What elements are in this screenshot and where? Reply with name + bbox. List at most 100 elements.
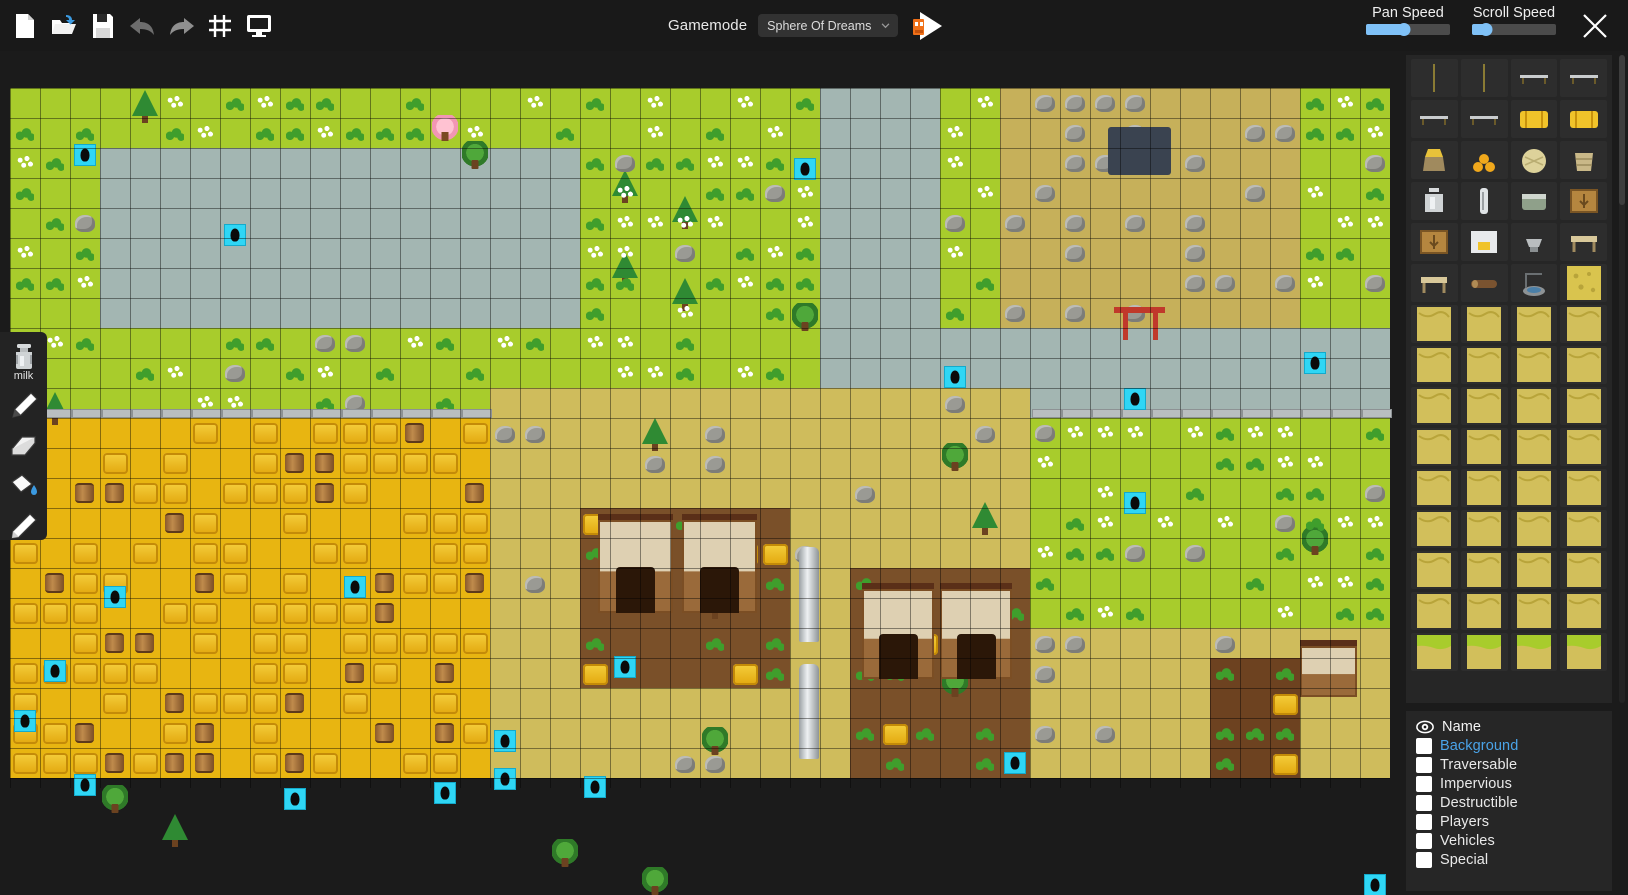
palette-tile-dirt-swirl[interactable]: [1560, 551, 1607, 589]
palette-tile-dirt-blob[interactable]: [1411, 305, 1458, 343]
layer-row-destructible[interactable]: Destructible: [1416, 793, 1612, 812]
palette-tile-dirt-slope-right[interactable]: [1510, 428, 1558, 466]
palette-tile-dirt-tuft-right[interactable]: [1560, 387, 1607, 425]
palette-tile-dirt-corner-nw[interactable]: [1460, 305, 1508, 343]
palette-tile-dirt-corner-ne[interactable]: [1411, 387, 1458, 425]
palette-tile-gravel-patch[interactable]: [1560, 264, 1607, 302]
layer-visibility-checkbox[interactable]: [1416, 813, 1432, 830]
palette-tile-dirt-plain-f[interactable]: [1460, 592, 1508, 630]
palette-tile-grass-edge-a[interactable]: [1411, 633, 1458, 671]
palette-tile-dirt-dip[interactable]: [1560, 510, 1607, 548]
palette-tile-hay-bale-1[interactable]: [1510, 100, 1558, 138]
open-folder-icon[interactable]: [49, 10, 79, 42]
layer-visibility-checkbox[interactable]: [1416, 794, 1432, 811]
palette-tile-dirt-plain-b[interactable]: [1460, 469, 1508, 507]
layer-row-players[interactable]: Players: [1416, 812, 1612, 831]
grid-toggle-icon[interactable]: [205, 10, 235, 42]
palette-tile-dirt-mark[interactable]: [1510, 592, 1558, 630]
map-viewport[interactable]: [0, 51, 1398, 895]
palette-tile-dirt-rock-small[interactable]: [1460, 346, 1508, 384]
palette-tile-water-trough[interactable]: [1510, 182, 1558, 220]
palette-tile-dirt-stone-embed[interactable]: [1510, 469, 1558, 507]
palette-tile-log-pile[interactable]: [1460, 264, 1508, 302]
gamemode-dropdown[interactable]: Sphere Of Dreams: [758, 14, 899, 37]
scroll-speed-knob[interactable]: [1479, 23, 1493, 36]
palette-scroll-thumb[interactable]: [1619, 55, 1625, 205]
palette-tile-wicker-basket[interactable]: [1560, 141, 1607, 179]
layer-visibility-checkbox[interactable]: [1416, 832, 1432, 849]
palette-tile-fence-post-tall[interactable]: [1411, 59, 1458, 97]
palette-tile-hay-bale-2[interactable]: [1560, 100, 1607, 138]
palette-tile-grass-edge-d[interactable]: [1560, 633, 1607, 671]
eye-icon[interactable]: [1416, 718, 1434, 736]
palette-tile-grain-pile[interactable]: [1460, 141, 1508, 179]
map-canvas[interactable]: [10, 88, 1392, 895]
scroll-speed-slider[interactable]: [1472, 23, 1556, 36]
pencil-tool[interactable]: [0, 386, 47, 426]
palette-tile-dirt-grass-sprigs[interactable]: [1560, 346, 1607, 384]
palette-tile-dirt-plain-c[interactable]: [1460, 510, 1508, 548]
palette-tile-dirt-edge-flat[interactable]: [1510, 346, 1558, 384]
palette-tile-wooden-table-2[interactable]: [1411, 264, 1458, 302]
eraser-tool[interactable]: [0, 426, 47, 466]
layer-visibility-checkbox[interactable]: [1416, 851, 1432, 868]
palette-tile-dirt-crack[interactable]: [1560, 428, 1607, 466]
save-disk-icon[interactable]: [88, 10, 118, 42]
palette-tile-dirt-grass-tufts[interactable]: [1560, 305, 1607, 343]
palette-tile-metal-silo[interactable]: [1460, 182, 1508, 220]
palette-tile-feed-box[interactable]: [1411, 223, 1458, 261]
palette-tile-dirt-corner-sw[interactable]: [1460, 387, 1508, 425]
palette-tile-fence-rail-red[interactable]: [1460, 100, 1508, 138]
palette-tile-dirt-plain-e[interactable]: [1411, 592, 1458, 630]
palette-tile-dirt-notch[interactable]: [1510, 510, 1558, 548]
palette-tile-grass-edge-b[interactable]: [1460, 633, 1508, 671]
palette-tile-dirt-tuft-left[interactable]: [1510, 387, 1558, 425]
milk-can-tool[interactable]: milk: [0, 338, 47, 386]
palette-tile-dirt-edge-top[interactable]: [1510, 305, 1558, 343]
palette-tile-dirt-smile[interactable]: [1560, 592, 1607, 630]
palette-tile-dirt-plain-a[interactable]: [1411, 469, 1458, 507]
layer-row-special[interactable]: Special: [1416, 850, 1612, 869]
palette-tile-dirt-round-blob[interactable]: [1411, 428, 1458, 466]
fill-bucket-tool[interactable]: [0, 466, 47, 506]
palette-tile-dirt-pebbles[interactable]: [1460, 551, 1508, 589]
new-file-icon[interactable]: [10, 10, 40, 42]
layer-visibility-checkbox[interactable]: [1416, 775, 1432, 792]
line-pencil-tool[interactable]: [0, 506, 47, 546]
palette-tile-grass-edge-c[interactable]: [1510, 633, 1558, 671]
undo-arrow-icon[interactable]: [127, 10, 157, 42]
palette-tile-fence-rail-low[interactable]: [1411, 100, 1458, 138]
palette-tile-grain-sack[interactable]: [1411, 141, 1458, 179]
monitor-preview-icon[interactable]: [244, 10, 274, 42]
palette-tile-wooden-table[interactable]: [1560, 223, 1607, 261]
palette-tile-dirt-tuft-pair[interactable]: [1411, 510, 1458, 548]
layer-visibility-checkbox[interactable]: [1416, 737, 1432, 754]
palette-scrollbar[interactable]: [1619, 55, 1625, 703]
redo-arrow-icon[interactable]: [166, 10, 196, 42]
close-icon[interactable]: [1578, 9, 1612, 43]
palette-tile-dirt-plain-d[interactable]: [1411, 551, 1458, 589]
palette-tile-dirt-curve[interactable]: [1560, 469, 1607, 507]
palette-tile-dirt-edge-bottom[interactable]: [1411, 346, 1458, 384]
layer-row-impervious[interactable]: Impervious: [1416, 774, 1612, 793]
layer-row-traversable[interactable]: Traversable: [1416, 755, 1612, 774]
palette-tile-fence-rail-dotted[interactable]: [1560, 59, 1607, 97]
palette-tile-milk-can[interactable]: [1411, 182, 1458, 220]
palette-tile-fence-rail[interactable]: [1510, 59, 1558, 97]
layer-row-background[interactable]: Background: [1416, 736, 1612, 755]
pan-speed-knob[interactable]: [1397, 23, 1411, 36]
view-speed-group: Pan Speed Scroll Speed: [1366, 0, 1628, 51]
palette-tile-glass-shed[interactable]: [1460, 223, 1508, 261]
palette-tile-straw-bundle[interactable]: [1510, 141, 1558, 179]
layer-visibility-checkbox[interactable]: [1416, 756, 1432, 773]
palette-tile-stone-well[interactable]: [1510, 264, 1558, 302]
palette-tile-dirt-slope-left[interactable]: [1460, 428, 1508, 466]
palette-tile-fence-post-tall-2[interactable]: [1460, 59, 1508, 97]
palette-tile-small-anvil[interactable]: [1510, 223, 1558, 261]
play-button[interactable]: [909, 9, 945, 43]
palette-tile-dirt-arc[interactable]: [1510, 551, 1558, 589]
tile-palette[interactable]: [1406, 55, 1612, 703]
pan-speed-slider[interactable]: [1366, 23, 1450, 36]
layer-row-vehicles[interactable]: Vehicles: [1416, 831, 1612, 850]
palette-tile-wooden-crate[interactable]: [1560, 182, 1607, 220]
